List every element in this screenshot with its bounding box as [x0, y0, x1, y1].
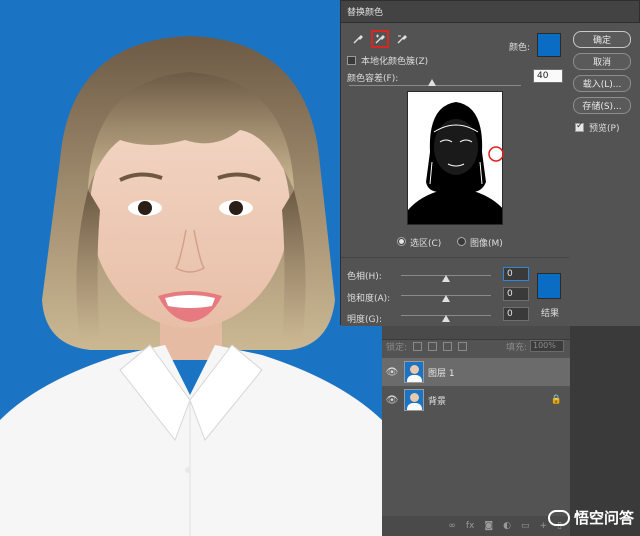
visibility-eye-icon[interactable]: 👁: [382, 395, 402, 406]
lock-label: 锁定:: [386, 342, 408, 353]
preview-label: 预览(P): [589, 124, 620, 134]
eyedropper-plus-icon: [375, 34, 385, 44]
localized-clusters-label: 本地化颜色簇(Z): [361, 57, 429, 67]
layer-name: 背景: [428, 396, 447, 407]
eyedropper-group: [349, 30, 411, 48]
link-layers-icon[interactable]: ∞: [448, 521, 456, 531]
hue-label: 色相(H):: [347, 272, 382, 282]
layer-thumbnail: [404, 361, 424, 383]
dialog-title: 替换颜色: [347, 8, 384, 18]
portrait-photo: [0, 0, 382, 536]
lock-all-icon[interactable]: [458, 341, 468, 351]
preview-checkbox[interactable]: [575, 121, 584, 132]
add-mask-icon[interactable]: ◙: [484, 521, 493, 531]
lightness-slider-thumb[interactable]: [442, 315, 450, 322]
eyedropper-subtract-tool[interactable]: [393, 30, 411, 48]
hue-input[interactable]: 0: [503, 267, 529, 281]
layer-thumbnail: [404, 389, 424, 411]
eyedropper-icon: [353, 35, 363, 44]
saturation-slider-thumb[interactable]: [442, 295, 450, 302]
color-label: 颜色:: [509, 43, 531, 53]
lock-position-icon[interactable]: [443, 341, 453, 351]
panel-dock-background: [570, 320, 640, 536]
fill-input[interactable]: 100%: [530, 340, 564, 352]
result-color-swatch[interactable]: [537, 273, 561, 299]
document-canvas[interactable]: [0, 0, 382, 536]
watermark: 悟空问答: [547, 507, 634, 528]
lock-row: 锁定: 填充: 100%: [382, 336, 570, 356]
image-radio-label: 图像(M): [470, 239, 503, 249]
localized-clusters-checkbox[interactable]: [347, 56, 356, 65]
saturation-input[interactable]: 0: [503, 287, 529, 301]
lightness-input[interactable]: 0: [503, 307, 529, 321]
lock-pixels-icon[interactable]: [428, 341, 438, 351]
eyedropper-tool[interactable]: [349, 30, 367, 48]
visibility-eye-icon[interactable]: 👁: [382, 367, 402, 378]
ok-button[interactable]: 确定: [573, 31, 631, 48]
load-button[interactable]: 载入(L)...: [573, 75, 631, 92]
target-color-swatch[interactable]: [537, 33, 561, 57]
layer-name: 图层 1: [428, 368, 455, 379]
wukong-logo-icon: [547, 509, 570, 526]
selection-radio[interactable]: [397, 237, 406, 246]
save-button[interactable]: 存储(S)...: [573, 97, 631, 114]
layers-bottom-bar: ∞ fx ◙ ◐ ▭ + ▯: [382, 516, 570, 536]
photoshop-workspace: 锁定: 填充: 100% 👁 图层 1 👁 背景 🔒 ∞ fx ◙ ◐ ▭ + …: [0, 0, 640, 536]
image-radio[interactable]: [457, 237, 466, 246]
eyedropper-add-tool[interactable]: [371, 30, 389, 48]
eyedropper-minus-icon: [397, 35, 407, 44]
layers-panel: 锁定: 填充: 100% 👁 图层 1 👁 背景 🔒 ∞ fx ◙ ◐ ▭ + …: [382, 320, 640, 536]
selection-radio-label: 选区(C): [410, 239, 442, 249]
fill-label: 填充:: [505, 342, 527, 353]
sample-circle-marker: [488, 146, 504, 162]
saturation-label: 饱和度(A):: [347, 294, 391, 304]
new-layer-icon[interactable]: +: [540, 521, 548, 531]
lightness-label: 明度(G):: [347, 315, 383, 325]
section-divider: [341, 257, 569, 258]
replace-color-dialog: 替换颜色 颜色: 本地化颜色簇(Z) 颜色容差(F): 40 选区(C) 图像(…: [340, 0, 640, 326]
group-folder-icon[interactable]: ▭: [521, 521, 530, 531]
fuzziness-slider-thumb[interactable]: [428, 79, 436, 86]
lock-transparent-icon[interactable]: [413, 341, 423, 351]
adjustment-layer-icon[interactable]: ◐: [503, 521, 511, 531]
fuzziness-input[interactable]: 40: [533, 69, 563, 83]
lock-icon: 🔒: [550, 395, 562, 405]
cancel-button[interactable]: 取消: [573, 53, 631, 70]
fx-icon[interactable]: fx: [466, 521, 475, 531]
watermark-text: 悟空问答: [573, 509, 634, 527]
layer-row-background[interactable]: 👁 背景 🔒: [382, 386, 570, 414]
result-label: 结果: [541, 309, 560, 319]
dialog-body: 颜色: 本地化颜色簇(Z) 颜色容差(F): 40 选区(C) 图像(M) 色相…: [341, 23, 569, 326]
hue-slider-thumb[interactable]: [442, 275, 450, 282]
dialog-titlebar[interactable]: 替换颜色: [341, 1, 639, 23]
fuzziness-label: 颜色容差(F):: [347, 74, 399, 84]
layer-row-layer1[interactable]: 👁 图层 1: [382, 358, 570, 386]
